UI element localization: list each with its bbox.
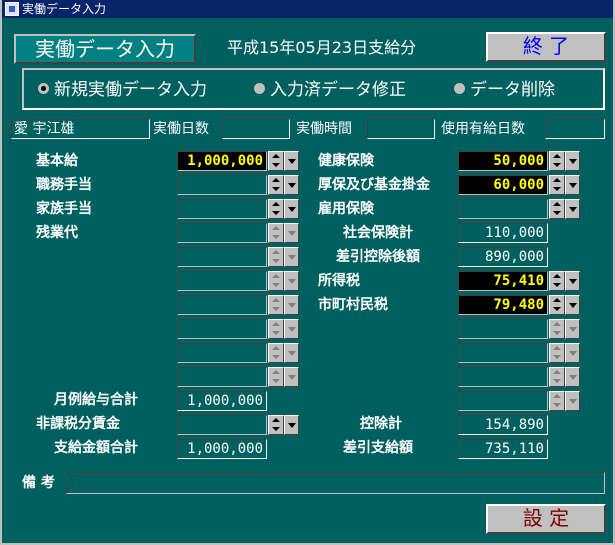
close-button[interactable]: 終 了 (486, 32, 606, 62)
employee-name: 愛 宇江雄 (11, 119, 150, 139)
mode-group: 新規実働データ入力 入力済データ修正 データ削除 (22, 68, 605, 110)
spinner-icon[interactable] (268, 343, 284, 363)
dropdown-arrow-icon[interactable] (565, 271, 580, 291)
dropdown-arrow-icon[interactable] (284, 247, 299, 267)
deduction-total-value: 154,890 (458, 415, 548, 435)
paid-leave-input[interactable] (545, 119, 605, 139)
memo-input[interactable] (66, 472, 605, 494)
work-days-input[interactable] (222, 119, 290, 139)
pay-total-label: 支給金額合計 (54, 440, 138, 456)
dropdown-arrow-icon[interactable] (565, 343, 580, 363)
memo-label: 備 考 (22, 475, 55, 491)
work-hours-label: 実働時間 (296, 121, 352, 137)
pay-total-value: 1,000,000 (177, 439, 267, 459)
dropdown-arrow-icon[interactable] (565, 295, 580, 315)
work-hours-input[interactable] (367, 119, 435, 139)
net-pay-value: 735,110 (458, 439, 548, 459)
mode-edit-label: 入力済データ修正 (270, 80, 406, 100)
spinner-icon[interactable] (549, 199, 565, 219)
window-title: 実働データ入力 (22, 2, 107, 16)
deduction-total-label: 控除計 (360, 416, 402, 432)
work-days-label: 実働日数 (153, 121, 209, 137)
net-pay-label: 差引支給額 (343, 440, 413, 456)
spinner-icon[interactable] (549, 151, 565, 171)
deduction-label: 雇用保険 (318, 201, 374, 217)
dropdown-arrow-icon[interactable] (284, 223, 299, 243)
radio-unchecked-icon (254, 83, 265, 94)
spinner-icon[interactable] (268, 295, 284, 315)
spinner-icon[interactable] (549, 175, 565, 195)
mode-delete[interactable]: データ削除 (454, 80, 555, 100)
dropdown-arrow-icon[interactable] (284, 151, 299, 171)
mode-new-label: 新規実働データ入力 (54, 80, 207, 100)
dropdown-arrow-icon[interactable] (565, 319, 580, 339)
pay-period: 平成15年05月23日支給分 (227, 38, 417, 57)
radio-unchecked-icon (454, 83, 465, 94)
earning-label: 家族手当 (36, 201, 92, 217)
income-tax-label: 所得税 (318, 273, 360, 289)
app-icon (5, 2, 19, 16)
dropdown-arrow-icon[interactable] (565, 151, 580, 171)
dropdown-arrow-icon[interactable] (284, 367, 299, 387)
screen-tag: 実働データ入力 (14, 34, 196, 64)
spinner-icon[interactable] (268, 223, 284, 243)
dropdown-arrow-icon[interactable] (284, 175, 299, 195)
spinner-icon[interactable] (549, 343, 565, 363)
spinner-icon[interactable] (549, 367, 565, 387)
spinner-icon[interactable] (549, 295, 565, 315)
spinner-icon[interactable] (268, 151, 284, 171)
spinner-icon[interactable] (549, 271, 565, 291)
deduction-label: 健康保険 (318, 153, 374, 169)
spinner-icon[interactable] (268, 247, 284, 267)
radio-checked-icon (38, 83, 49, 94)
dropdown-arrow-icon[interactable] (284, 343, 299, 363)
spinner-icon[interactable] (268, 271, 284, 291)
spinner-icon[interactable] (549, 319, 565, 339)
after-social-label: 差引控除後額 (336, 249, 420, 265)
mode-edit[interactable]: 入力済データ修正 (254, 80, 406, 100)
dropdown-arrow-icon[interactable] (284, 319, 299, 339)
spinner-icon[interactable] (268, 367, 284, 387)
mode-delete-label: データ削除 (470, 80, 555, 100)
set-button[interactable]: 設 定 (486, 504, 606, 534)
earning-label: 基本給 (36, 153, 78, 169)
monthly-total-label: 月例給与合計 (54, 392, 138, 408)
earning-label: 残業代 (36, 225, 78, 241)
deduction-label: 厚保及び基金掛金 (318, 177, 430, 193)
mode-new[interactable]: 新規実働データ入力 (38, 80, 207, 100)
spinner-icon[interactable] (268, 415, 284, 435)
window: 実働データ入力 実働データ入力 平成15年05月23日支給分 終 了 新規実働デ… (0, 0, 615, 545)
spinner-icon[interactable] (268, 319, 284, 339)
dropdown-arrow-icon[interactable] (284, 295, 299, 315)
dropdown-arrow-icon[interactable] (565, 175, 580, 195)
paid-leave-label: 使用有給日数 (441, 121, 525, 137)
dropdown-arrow-icon[interactable] (284, 199, 299, 219)
earning-label: 職務手当 (36, 177, 92, 193)
title-bar: 実働データ入力 (2, 0, 613, 18)
dropdown-arrow-icon[interactable] (284, 415, 299, 435)
dropdown-arrow-icon[interactable] (284, 271, 299, 291)
resident-tax-label: 市町村民税 (318, 297, 388, 313)
after-social-value: 890,000 (458, 247, 548, 267)
spinner-icon[interactable] (268, 199, 284, 219)
dropdown-arrow-icon[interactable] (565, 367, 580, 387)
social-total-label: 社会保険計 (343, 225, 413, 241)
monthly-total-value: 1,000,000 (177, 391, 267, 411)
dropdown-arrow-icon[interactable] (565, 391, 580, 411)
spinner-icon[interactable] (268, 175, 284, 195)
social-total-value: 110,000 (458, 223, 548, 243)
non-taxable-label: 非課税分賃金 (36, 416, 120, 432)
spinner-icon[interactable] (549, 391, 565, 411)
dropdown-arrow-icon[interactable] (565, 199, 580, 219)
